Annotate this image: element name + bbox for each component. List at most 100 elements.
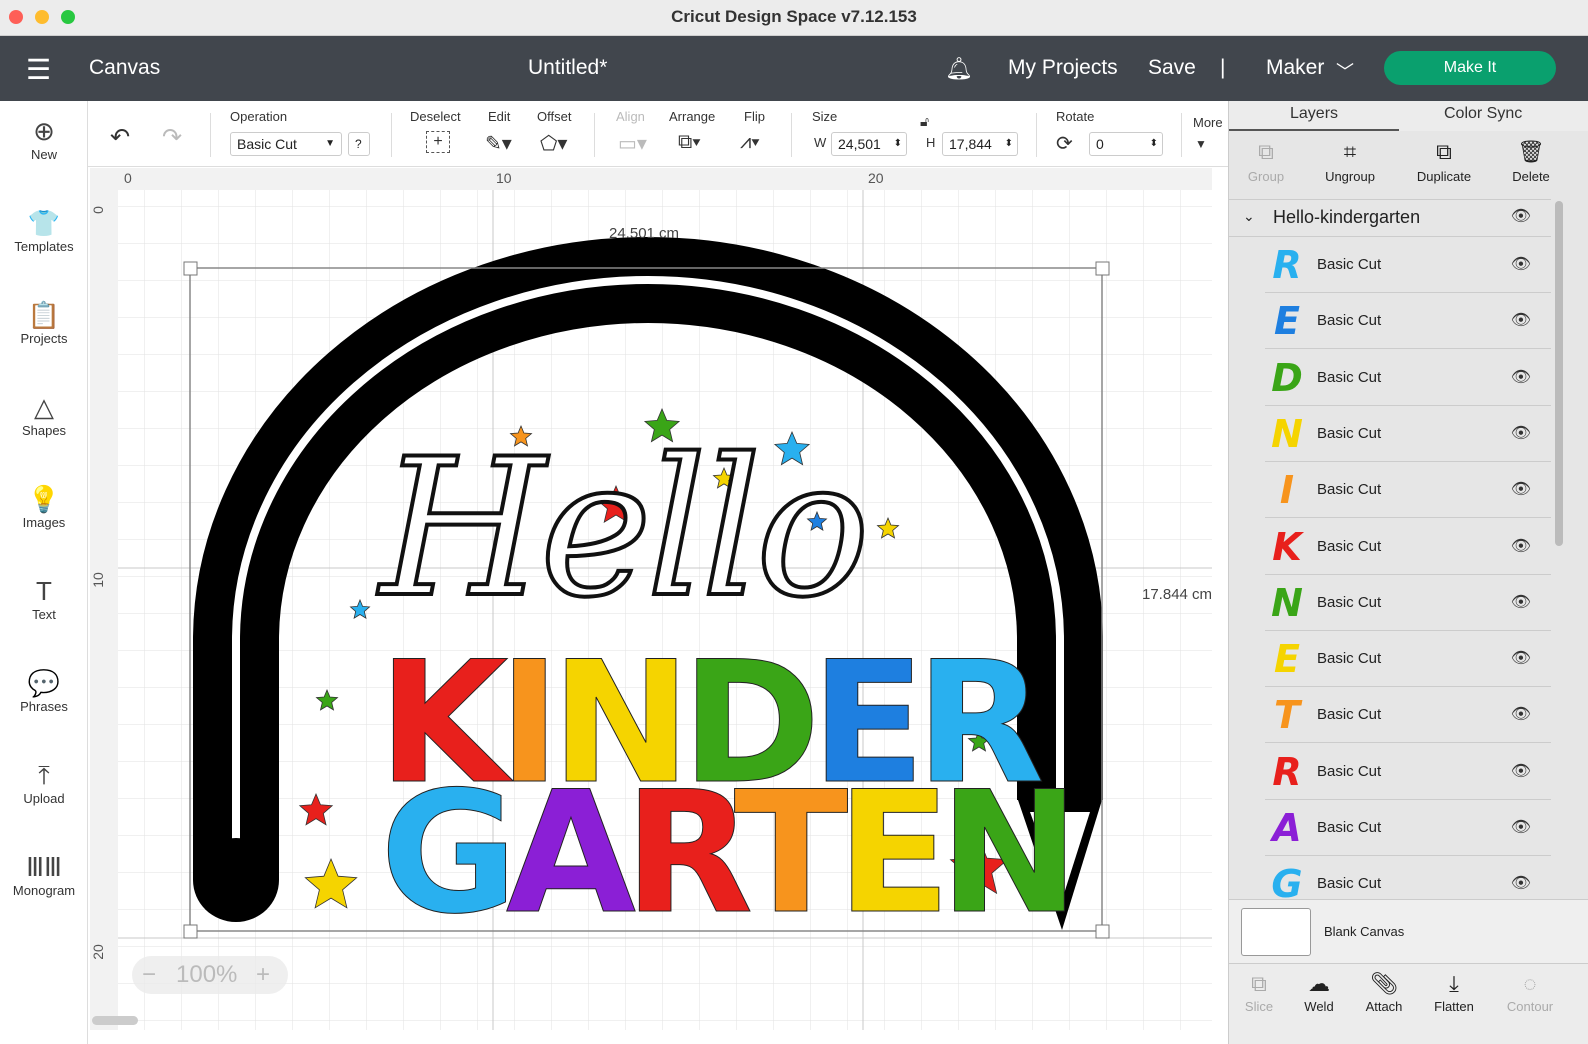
sidebar-item-phrases[interactable]: 💬 Phrases <box>0 667 88 714</box>
window-title: Cricut Design Space v7.12.153 <box>671 7 917 26</box>
layer-item[interactable]: E Basic Cut 👁︎ <box>1265 632 1551 688</box>
align-icon[interactable]: ▭▾ <box>618 131 647 156</box>
horizontal-scrollbar[interactable] <box>92 1016 138 1025</box>
duplicate-button[interactable]: ⧉ Duplicate <box>1404 139 1484 184</box>
eye-icon[interactable]: 👁︎ <box>1511 592 1531 612</box>
width-input[interactable]: 24,501 ⬍ <box>831 132 907 156</box>
operation-help-button[interactable]: ? <box>348 132 370 156</box>
arrange-icon[interactable]: ⧉▾ <box>678 131 701 154</box>
operation-select[interactable]: Basic Cut ▼ <box>230 132 342 156</box>
group-button[interactable]: ⧉ Group <box>1226 139 1306 184</box>
ruler-left-0: 0 <box>90 206 106 214</box>
eye-icon[interactable]: 👁︎ <box>1511 479 1531 499</box>
sidebar-item-monogram[interactable]: ⅢⅢ Monogram <box>0 851 88 898</box>
zoom-in-button[interactable]: + <box>256 956 270 994</box>
delete-button[interactable]: 🗑︎ Delete <box>1491 139 1571 184</box>
eye-icon[interactable]: 👁︎ <box>1511 310 1531 330</box>
weld-icon: ☁ <box>1308 971 1330 996</box>
close-window-button[interactable] <box>9 10 23 24</box>
layers-scrollbar[interactable] <box>1555 201 1563 546</box>
eye-icon[interactable]: 👁︎ <box>1511 423 1531 443</box>
height-input[interactable]: 17,844 ⬍ <box>942 132 1018 156</box>
weld-button[interactable]: ☁ Weld <box>1284 971 1354 1014</box>
group-icon: ⧉ <box>1258 139 1274 164</box>
operation-label: Operation <box>230 109 288 124</box>
layer-item[interactable]: I Basic Cut 👁︎ <box>1265 463 1551 519</box>
eye-icon[interactable]: 👁︎ <box>1511 704 1531 724</box>
tab-layers[interactable]: Layers <box>1290 105 1338 123</box>
eye-icon[interactable]: 👁︎ <box>1511 817 1531 837</box>
height-label: H <box>926 135 936 150</box>
rotate-input[interactable]: 0 ⬍ <box>1089 132 1163 156</box>
height-value: 17,844 <box>949 136 992 152</box>
ungroup-button[interactable]: ⌗ Ungroup <box>1310 139 1390 184</box>
bottom-actions: ⧉ Slice ☁ Weld 📎︎ Attach ⤓ Flatten ◌ Contour <box>1229 963 1588 1044</box>
art-letter: A <box>505 755 636 951</box>
layer-item[interactable]: T Basic Cut 👁︎ <box>1265 688 1551 744</box>
eye-icon[interactable]: 👁︎ <box>1511 873 1531 893</box>
layer-thumbnail: E <box>1274 299 1300 344</box>
sidebar-item-new[interactable]: ⊕ New <box>0 115 88 162</box>
edit-pencil-icon[interactable]: ✎▾ <box>485 131 512 156</box>
sidebar-item-templates[interactable]: 👕 Templates <box>0 207 88 254</box>
blank-canvas-row[interactable]: Blank Canvas <box>1229 899 1588 963</box>
layer-item[interactable]: E Basic Cut 👁︎ <box>1265 294 1551 350</box>
layer-item[interactable]: N Basic Cut 👁︎ <box>1265 406 1551 462</box>
sidebar-item-shapes[interactable]: △ Shapes <box>0 391 88 438</box>
shapes-icon: △ <box>34 392 54 422</box>
art-letter: N <box>939 755 1081 951</box>
eye-icon[interactable]: 👁︎ <box>1511 254 1531 274</box>
sidebar-item-projects[interactable]: 📋 Projects <box>0 299 88 346</box>
rotate-value: 0 <box>1096 136 1104 152</box>
ungroup-icon: ⌗ <box>1343 139 1357 164</box>
flatten-button[interactable]: ⤓ Flatten <box>1419 971 1489 1014</box>
chevron-down-icon[interactable]: ﹀ <box>1336 58 1354 84</box>
layer-item[interactable]: D Basic Cut 👁︎ <box>1265 350 1551 406</box>
minimize-window-button[interactable] <box>35 10 49 24</box>
chevron-down-icon[interactable]: ⌄ <box>1243 208 1255 225</box>
make-it-button[interactable]: Make It <box>1384 51 1556 85</box>
eye-icon[interactable]: 👁︎ <box>1511 367 1531 387</box>
layer-item[interactable]: K Basic Cut 👁︎ <box>1265 519 1551 575</box>
eye-icon[interactable]: 👁︎ <box>1511 761 1531 781</box>
deselect-button[interactable]: + <box>426 131 450 153</box>
more-dropdown-icon[interactable]: ▼ <box>1195 137 1207 151</box>
offset-icon[interactable]: ⬠▾ <box>540 131 567 156</box>
rotate-icon[interactable]: ⟳ <box>1056 131 1073 156</box>
bell-icon[interactable]: 🔔︎ <box>945 56 973 82</box>
layer-group-row[interactable]: ⌄ Hello-kindergarten 👁︎ <box>1229 199 1551 237</box>
lock-icon[interactable]: 🔓︎ <box>920 113 929 130</box>
sidebar-item-images[interactable]: 💡 Images <box>0 483 88 530</box>
ruler-top-10: 10 <box>496 170 512 186</box>
undo-icon[interactable]: ↶ <box>110 123 130 152</box>
layer-item[interactable]: R Basic Cut 👁︎ <box>1265 238 1551 293</box>
contour-label: Contour <box>1506 999 1554 1014</box>
layer-item[interactable]: A Basic Cut 👁︎ <box>1265 801 1551 856</box>
contour-button[interactable]: ◌ Contour <box>1495 971 1565 1014</box>
sidebar-item-upload[interactable]: ⤒ Upload <box>0 759 88 806</box>
garten-text-art[interactable]: GARTEN <box>380 768 1081 939</box>
hello-text-art[interactable]: Hello <box>378 416 872 641</box>
hamburger-menu-icon[interactable]: ☰ <box>26 53 51 86</box>
design-canvas[interactable]: 0 10 20 0 10 20 24.501 cm 17.844 cm Hell… <box>90 168 1212 1030</box>
layer-name: Basic Cut <box>1317 537 1382 555</box>
layer-thumbnail: N <box>1271 411 1303 456</box>
zoom-out-button[interactable]: − <box>142 956 156 994</box>
redo-icon[interactable]: ↷ <box>162 123 182 152</box>
blank-canvas-swatch[interactable] <box>1241 908 1311 956</box>
attach-button[interactable]: 📎︎ Attach <box>1349 971 1419 1014</box>
tab-color-sync[interactable]: Color Sync <box>1444 105 1522 123</box>
eye-icon[interactable]: 👁︎ <box>1511 206 1531 226</box>
flip-icon[interactable]: ⩘▾ <box>740 131 760 154</box>
save-button[interactable]: Save <box>1148 56 1196 80</box>
layer-item[interactable]: R Basic Cut 👁︎ <box>1265 744 1551 800</box>
zoom-level: 100% <box>176 961 238 988</box>
eye-icon[interactable]: 👁︎ <box>1511 536 1531 556</box>
more-label[interactable]: More <box>1193 115 1223 130</box>
machine-select[interactable]: Maker <box>1266 56 1324 80</box>
my-projects-link[interactable]: My Projects <box>1008 56 1118 80</box>
sidebar-item-text[interactable]: T Text <box>0 575 88 622</box>
eye-icon[interactable]: 👁︎ <box>1511 648 1531 668</box>
zoom-window-button[interactable] <box>61 10 75 24</box>
layer-item[interactable]: N Basic Cut 👁︎ <box>1265 575 1551 631</box>
